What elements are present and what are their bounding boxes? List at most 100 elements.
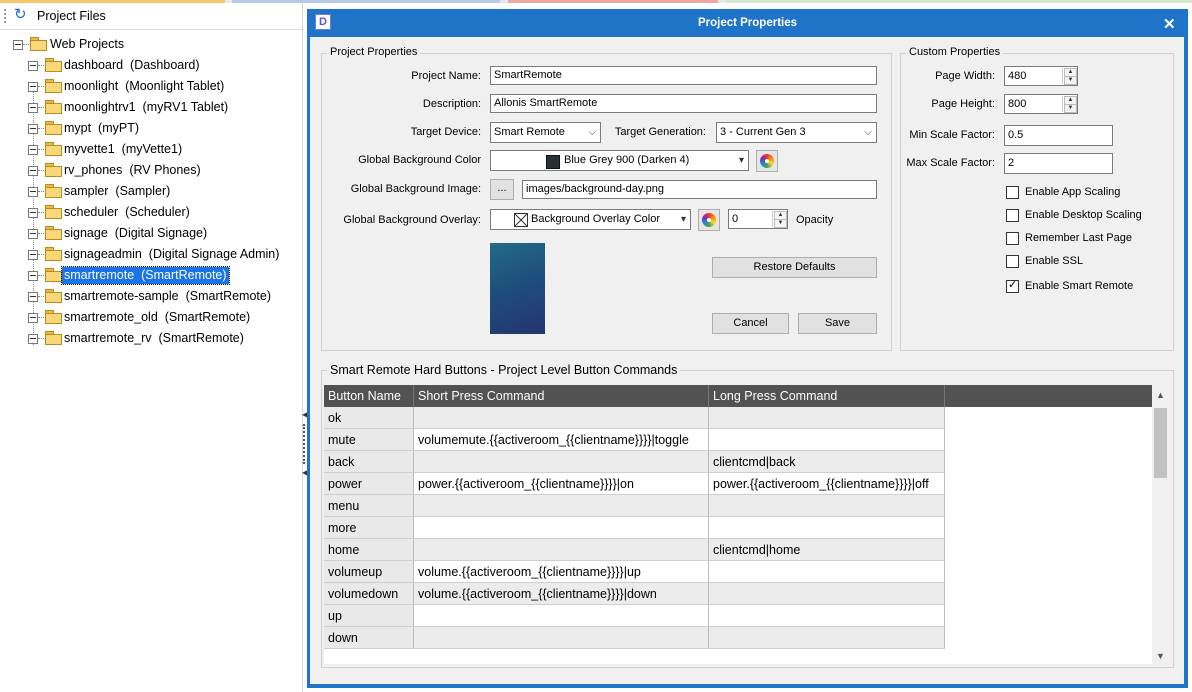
cell-button-name[interactable]: back (324, 451, 414, 473)
panel-grip-icon[interactable] (4, 9, 8, 23)
cell-short-press[interactable] (414, 495, 709, 517)
color-picker-button[interactable] (756, 150, 778, 172)
tree-item-smartremote_rv[interactable]: smartremote_rv (SmartRemote) (0, 329, 300, 349)
tree-item-signage[interactable]: signage (Digital Signage) (0, 224, 300, 244)
cell-button-name[interactable]: more (324, 517, 414, 539)
cell-short-press[interactable]: volumemute.{{activeroom_{{clientname}}}}… (414, 429, 709, 451)
tree-item-signageadmin[interactable]: signageadmin (Digital Signage Admin) (0, 245, 300, 265)
cell-short-press[interactable] (414, 517, 709, 539)
cell-long-press[interactable] (709, 517, 945, 539)
max-scale-field[interactable]: 2 (1004, 153, 1113, 174)
tree-item-dashboard[interactable]: dashboard (Dashboard) (0, 56, 300, 76)
cell-long-press[interactable] (709, 429, 945, 451)
table-row[interactable]: volumedown volume.{{activeroom_{{clientna… (324, 583, 945, 605)
table-row[interactable]: home clientcmd|home (324, 539, 945, 561)
checkbox-box[interactable] (1006, 186, 1019, 199)
cell-button-name[interactable]: ok (324, 407, 414, 429)
overlay-color-picker-button[interactable] (698, 209, 720, 231)
collapse-icon[interactable] (28, 61, 38, 71)
column-header-long-press[interactable]: Long Press Command (709, 385, 945, 407)
tree-item-smartremote_old[interactable]: smartremote_old (SmartRemote) (0, 308, 300, 328)
cell-button-name[interactable]: volumeup (324, 561, 414, 583)
bg-color-select[interactable]: Blue Grey 900 (Darken 4) ▾ (490, 150, 749, 171)
collapse-icon[interactable] (28, 145, 38, 155)
scroll-up-icon[interactable]: ▲ (1156, 390, 1165, 400)
cell-short-press[interactable] (414, 451, 709, 473)
collapse-icon[interactable] (28, 124, 38, 134)
cell-long-press[interactable]: power.{{activeroom_{{clientname}}}}|off (709, 473, 945, 495)
page-height-spinner[interactable]: 800 ▲ ▼ (1004, 94, 1078, 114)
scrollbar-thumb[interactable] (1154, 408, 1167, 478)
table-row[interactable]: power power.{{activeroom_{{clientname}}}}… (324, 473, 945, 495)
collapse-icon[interactable] (28, 313, 38, 323)
opacity-spinner[interactable]: 0 ▲ ▼ (728, 209, 788, 229)
table-row[interactable]: up (324, 605, 945, 627)
cancel-button[interactable]: Cancel (712, 313, 789, 334)
grid-vertical-scrollbar[interactable]: ▲ ▼ (1152, 385, 1170, 664)
checkbox-box[interactable] (1006, 232, 1019, 245)
bg-overlay-select[interactable]: Background Overlay Color ▾ (490, 209, 691, 230)
target-generation-select[interactable]: 3 - Current Gen 3 ⌵ (716, 122, 877, 143)
tree-root[interactable]: Web Projects (0, 35, 300, 55)
cell-button-name[interactable]: power (324, 473, 414, 495)
collapse-icon[interactable] (28, 187, 38, 197)
cell-long-press[interactable] (709, 561, 945, 583)
cell-long-press[interactable] (709, 627, 945, 649)
checkbox-box[interactable] (1006, 255, 1019, 268)
project-name-field[interactable]: SmartRemote (490, 66, 877, 85)
description-field[interactable]: Allonis SmartRemote (490, 94, 877, 113)
cell-long-press[interactable] (709, 407, 945, 429)
cell-short-press[interactable] (414, 407, 709, 429)
cell-long-press[interactable] (709, 605, 945, 627)
bg-image-field[interactable]: images/background-day.png (522, 180, 877, 199)
tree-item-myvette1[interactable]: myvette1 (myVette1) (0, 140, 300, 160)
table-row[interactable]: more (324, 517, 945, 539)
collapse-icon[interactable] (13, 40, 23, 50)
browse-image-button[interactable]: ... (490, 179, 514, 200)
cell-button-name[interactable]: home (324, 539, 414, 561)
target-device-select[interactable]: Smart Remote ⌵ (490, 122, 601, 143)
table-row[interactable]: back clientcmd|back (324, 451, 945, 473)
close-icon[interactable]: ✕ (1163, 15, 1176, 33)
restore-defaults-button[interactable]: Restore Defaults (712, 257, 877, 278)
cell-short-press[interactable]: volume.{{activeroom_{{clientname}}}}|up (414, 561, 709, 583)
cell-short-press[interactable] (414, 539, 709, 561)
table-row[interactable]: down (324, 627, 945, 649)
tree-item-moonlight[interactable]: moonlight (Moonlight Tablet) (0, 77, 300, 97)
collapse-icon[interactable] (28, 271, 38, 281)
tree-item-smartremote-sample[interactable]: smartremote-sample (SmartRemote) (0, 287, 300, 307)
cell-long-press[interactable] (709, 583, 945, 605)
table-row[interactable]: ok (324, 407, 945, 429)
tree-item-sampler[interactable]: sampler (Sampler) (0, 182, 300, 202)
checkbox-box[interactable] (1006, 209, 1019, 222)
table-row[interactable]: menu (324, 495, 945, 517)
tree-item-rv_phones[interactable]: rv_phones (RV Phones) (0, 161, 300, 181)
column-header-button-name[interactable]: Button Name (324, 385, 414, 407)
collapse-icon[interactable] (28, 292, 38, 302)
spin-down-icon[interactable]: ▼ (1064, 76, 1077, 85)
collapse-icon[interactable] (28, 229, 38, 239)
cell-button-name[interactable]: mute (324, 429, 414, 451)
table-row[interactable]: mute volumemute.{{activeroom_{{clientname… (324, 429, 945, 451)
column-header-short-press[interactable]: Short Press Command (414, 385, 709, 407)
scroll-down-icon[interactable]: ▼ (1156, 651, 1165, 661)
cell-button-name[interactable]: volumedown (324, 583, 414, 605)
tree-item-smartremote[interactable]: smartremote (SmartRemote) (0, 266, 300, 286)
tree-item-mypt[interactable]: mypt (myPT) (0, 119, 300, 139)
checkbox-box[interactable] (1006, 278, 1019, 293)
collapse-icon[interactable] (28, 250, 38, 260)
tree-item-scheduler[interactable]: scheduler (Scheduler) (0, 203, 300, 223)
cell-long-press[interactable]: clientcmd|home (709, 539, 945, 561)
cell-short-press[interactable] (414, 627, 709, 649)
cell-long-press[interactable] (709, 495, 945, 517)
tree-item-moonlightrv1[interactable]: moonlightrv1 (myRV1 Tablet) (0, 98, 300, 118)
collapse-icon[interactable] (28, 103, 38, 113)
dialog-titlebar[interactable]: D Project Properties ✕ (307, 9, 1188, 37)
spin-down-icon[interactable]: ▼ (1064, 104, 1077, 113)
save-button[interactable]: Save (798, 313, 877, 334)
table-row[interactable]: volumeup volume.{{activeroom_{{clientname… (324, 561, 945, 583)
cell-short-press[interactable] (414, 605, 709, 627)
collapse-icon[interactable] (28, 166, 38, 176)
cell-short-press[interactable]: power.{{activeroom_{{clientname}}}}|on (414, 473, 709, 495)
cell-long-press[interactable]: clientcmd|back (709, 451, 945, 473)
